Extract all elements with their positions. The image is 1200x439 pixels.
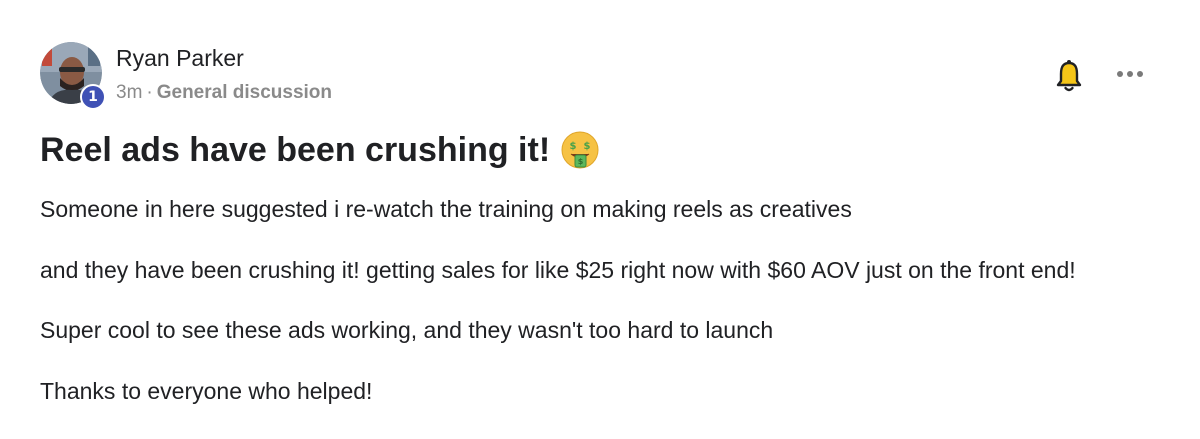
svg-text:$: $ [570,141,577,152]
post-title-text: Reel ads have been crushing it! [40,130,551,169]
more-options-icon[interactable] [1115,63,1145,85]
svg-text:$: $ [578,157,584,166]
money-mouth-face-icon: $ $ $ [561,131,599,169]
svg-text:$: $ [584,141,591,152]
post-category[interactable]: General discussion [157,82,332,103]
post-paragraph: Someone in here suggested i re-watch the… [40,196,852,222]
post-paragraph: Thanks to everyone who helped! [40,378,373,404]
post-card: 1 Ryan Parker 3m · General discussion Reel… [0,0,1200,439]
post-title: Reel ads have been crushing it! $ $ $ [40,130,600,170]
meta-separator: · [146,82,153,103]
avatar[interactable]: 1 [40,42,106,110]
level-badge: 1 [80,84,106,110]
post-paragraph: and they have been crushing it! getting … [40,257,1076,283]
post-meta: 3m · General discussion [116,82,332,104]
post-paragraph: Super cool to see these ads working, and… [40,317,774,343]
post-time: 3m [116,82,143,103]
bell-icon[interactable] [1056,59,1082,93]
author-name[interactable]: Ryan Parker [116,45,244,72]
